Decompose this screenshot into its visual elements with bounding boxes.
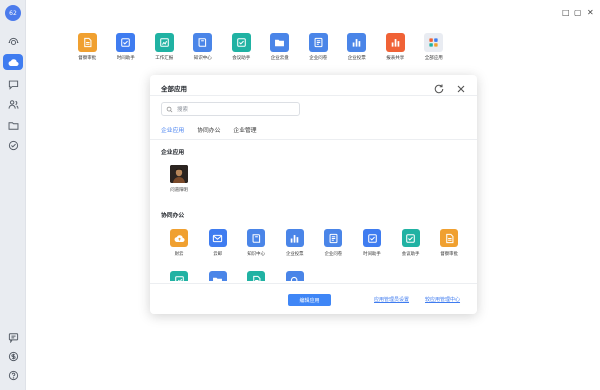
admin-center-link[interactable]: 较应用管理中心	[425, 296, 460, 303]
portrait-icon	[170, 165, 188, 183]
edit-apps-button[interactable]: 编辑应用	[288, 294, 331, 306]
check-square-icon	[363, 229, 381, 247]
divider	[150, 139, 477, 140]
section-title-collab: 协同办公	[161, 213, 185, 219]
all-apps-dialog: 全部应用 搜索 企业应用 协同办公 企业管理 企业应用 问道阳明 协同办公 財云…	[150, 75, 477, 314]
refresh-icon[interactable]	[433, 80, 445, 94]
app-search-icon[interactable]	[275, 271, 315, 281]
tab-enterprise-manage[interactable]: 企业管理	[233, 125, 256, 140]
app-wendao-yangming[interactable]: 问道阳明	[159, 165, 199, 193]
app-label: 云邮	[213, 252, 222, 257]
sidebar: 62	[0, 0, 26, 390]
app-label: 企业投票	[286, 252, 304, 257]
app-cloud-upload-icon[interactable]: 財云	[159, 229, 199, 257]
search-placeholder: 搜索	[177, 107, 189, 113]
app-label: 问道阳明	[170, 188, 188, 193]
folder-icon	[208, 271, 227, 281]
cloud-upload-icon	[170, 229, 188, 247]
divider	[150, 283, 477, 284]
message-icon[interactable]	[6, 330, 20, 344]
app-check-square-icon[interactable]: 会议助手	[391, 229, 431, 257]
tab-enterprise-apps[interactable]: 企业应用	[161, 125, 185, 140]
tab-bar: 企业应用 协同办公 企业管理	[161, 125, 270, 140]
close-icon[interactable]	[455, 80, 467, 93]
app-label: 財云	[174, 252, 184, 257]
admin-settings-link[interactable]: 应用管理员设置	[374, 296, 409, 303]
radar-icon[interactable]	[6, 35, 20, 49]
dollar-icon[interactable]	[6, 349, 20, 363]
app-bar-chart-icon[interactable]: 企业投票	[275, 229, 315, 257]
search-input[interactable]: 搜索	[161, 102, 300, 116]
bar-chart-icon	[285, 229, 304, 247]
app-check-square-icon[interactable]: 时间助手	[352, 229, 392, 257]
partial-app-row	[161, 271, 461, 281]
dialog-title: 全部应用	[161, 85, 187, 93]
app-label: 知识中心	[247, 252, 265, 257]
tab-collab-office[interactable]: 协同办公	[197, 125, 220, 140]
check-circle-icon[interactable]	[6, 138, 20, 152]
app-label: 时间助手	[363, 252, 381, 257]
app-book-icon[interactable]: 知识中心	[236, 229, 276, 257]
people-icon[interactable]	[6, 97, 20, 111]
avatar[interactable]: 62	[5, 5, 21, 21]
app-label: 企业问卷	[324, 252, 343, 257]
mail-icon	[208, 229, 227, 247]
folder-icon[interactable]	[6, 118, 20, 132]
app-chart-icon[interactable]	[161, 271, 199, 281]
cloud-icon[interactable]	[3, 54, 23, 70]
app-document-icon[interactable]	[236, 271, 276, 281]
app-folder-icon[interactable]	[198, 271, 238, 281]
form-icon	[324, 229, 343, 247]
book-icon	[247, 229, 266, 247]
app-form-icon[interactable]: 企业问卷	[313, 229, 353, 257]
app-label: 督察审批	[440, 252, 458, 257]
chart-icon	[170, 271, 188, 281]
app-mail-icon[interactable]: 云邮	[198, 229, 238, 257]
divider	[150, 95, 477, 96]
search-icon	[285, 271, 304, 281]
document-icon	[440, 229, 459, 247]
help-icon[interactable]	[6, 368, 20, 382]
chat-icon[interactable]	[6, 77, 20, 91]
section-title-enterprise: 企业应用	[161, 150, 185, 156]
app-document-icon[interactable]: 督察审批	[429, 229, 469, 257]
document-icon	[247, 271, 266, 281]
check-square-icon	[401, 229, 420, 247]
app-label: 会议助手	[401, 252, 420, 257]
search-icon	[166, 106, 173, 112]
